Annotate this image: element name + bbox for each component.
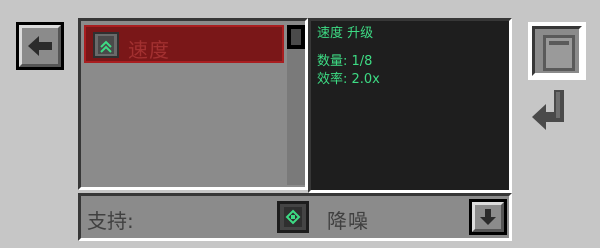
return-arrow-icon[interactable] (530, 88, 574, 138)
list-scrollbar[interactable] (287, 25, 305, 185)
upgrade-efficiency: 效率: 2.0x (317, 72, 380, 87)
upgrade-info-panel: 速度 升级 数量: 1/8 效率: 2.0x (308, 18, 512, 193)
arrow-down-icon (480, 209, 496, 225)
supported-label: 支持: (87, 209, 134, 233)
muffler-upgrade-icon[interactable] (277, 201, 309, 233)
back-button[interactable] (16, 22, 64, 70)
upgrade-info-title: 速度 升级 (317, 26, 374, 41)
upgrade-list: 速度 (78, 18, 308, 190)
upgrade-quantity: 数量: 1/8 (317, 54, 373, 69)
upgrade-list-item-label: 速度 (128, 38, 170, 62)
upgrade-card-icon (543, 35, 575, 71)
next-supported-button[interactable] (469, 199, 507, 235)
speed-upgrade-icon (93, 32, 119, 58)
supported-item-name: 降噪 (327, 209, 369, 233)
supported-bar: 支持: 降噪 (78, 193, 512, 241)
upgrade-slot[interactable] (528, 22, 586, 80)
scrollbar-thumb[interactable] (287, 25, 305, 49)
upgrade-list-item-speed[interactable]: 速度 (84, 25, 284, 63)
arrow-left-icon (28, 36, 52, 56)
